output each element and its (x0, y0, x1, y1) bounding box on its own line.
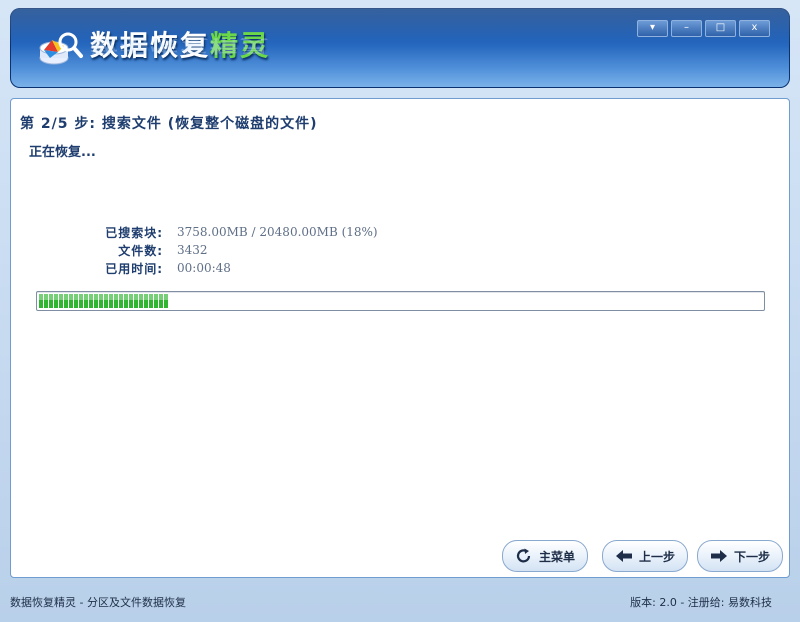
info-row-file-count: 文件数: 3432 (81, 241, 378, 259)
status-bar: 数据恢复精灵 - 分区及文件数据恢复 版本: 2.0 - 注册给: 易数科技 (0, 584, 800, 622)
progress-bar (36, 291, 765, 311)
header-banner: 数据恢复精灵 数据恢复精灵 ▾ – □ x (10, 8, 790, 88)
arrow-right-icon (710, 550, 727, 562)
info-row-elapsed: 已用时间: 00:00:48 (81, 259, 378, 277)
arrow-left-icon (615, 550, 632, 562)
app-title-reflection-main: 数据恢复 (90, 36, 211, 56)
main-panel: 第 2/5 步: 搜索文件 (恢复整个磁盘的文件) 正在恢复... 已搜索块: … (10, 98, 790, 578)
app-title-reflection: 数据恢复精灵 (90, 36, 271, 56)
status-app-description: 数据恢复精灵 - 分区及文件数据恢复 (10, 596, 186, 609)
app-title-reflection-accent: 精灵 (210, 36, 271, 56)
info-label: 已用时间: (105, 261, 163, 276)
prev-step-button[interactable]: 上一步 (602, 540, 688, 572)
info-value: 3432 (177, 243, 208, 257)
progress-fill (39, 294, 169, 308)
close-button[interactable]: x (739, 20, 770, 37)
window-menu-button[interactable]: ▾ (637, 20, 668, 37)
info-value: 3758.00MB / 20480.00MB (18%) (177, 225, 378, 239)
info-value: 00:00:48 (177, 261, 231, 275)
refresh-icon (516, 548, 531, 563)
database-magnifier-icon (39, 32, 83, 65)
window-controls: ▾ – □ x (637, 20, 770, 37)
status-version-info: 版本: 2.0 - 注册给: 易数科技 (630, 596, 772, 609)
maximize-button[interactable]: □ (705, 20, 736, 37)
step-title: 第 2/5 步: 搜索文件 (恢复整个磁盘的文件) (20, 116, 318, 132)
status-text: 正在恢复... (29, 145, 96, 160)
main-menu-label: 主菜单 (538, 549, 575, 564)
app-window: 数据恢复精灵 数据恢复精灵 ▾ – □ x 第 2/5 步: 搜索文件 (恢复整… (0, 0, 800, 622)
prev-step-label: 上一步 (638, 549, 675, 564)
info-label: 已搜索块: (105, 225, 163, 240)
info-label: 文件数: (118, 243, 163, 258)
main-menu-button[interactable]: 主菜单 (502, 540, 588, 572)
progress-info: 已搜索块: 3758.00MB / 20480.00MB (18%) 文件数: … (81, 223, 378, 277)
minimize-button[interactable]: – (671, 20, 702, 37)
next-step-button[interactable]: 下一步 (697, 540, 783, 572)
info-row-searched: 已搜索块: 3758.00MB / 20480.00MB (18%) (81, 223, 378, 241)
next-step-label: 下一步 (733, 549, 770, 564)
